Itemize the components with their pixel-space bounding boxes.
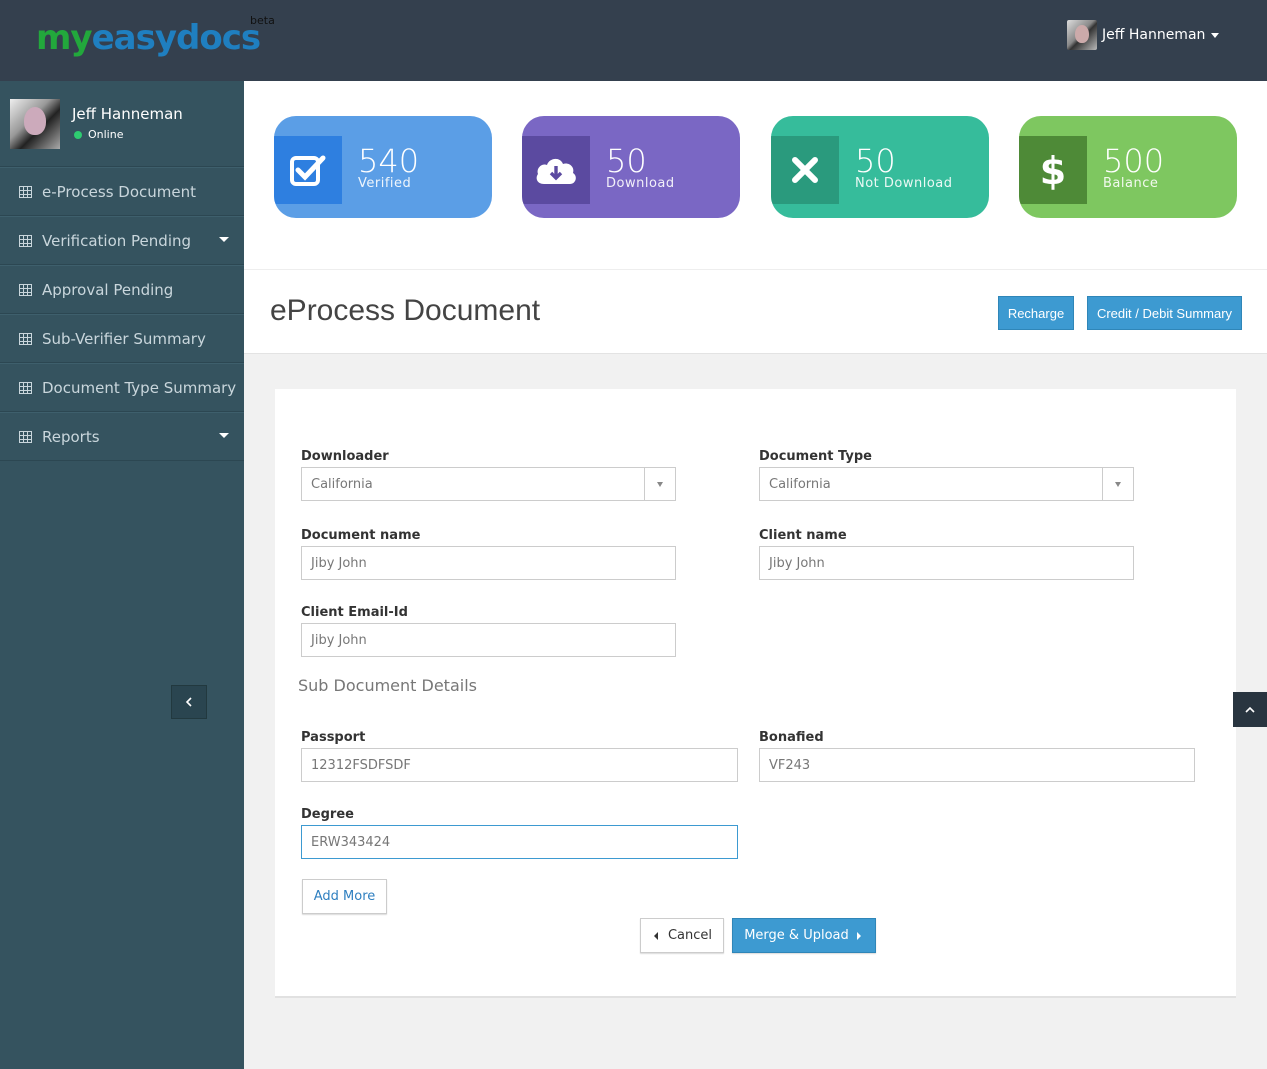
- scroll-to-top-button[interactable]: [1233, 692, 1267, 727]
- client-name-value: Jiby John: [769, 555, 825, 571]
- sidebar-collapse-button[interactable]: [171, 685, 207, 719]
- stat-value: 540: [358, 142, 420, 180]
- stat-card-not-download[interactable]: 50 Not Download: [771, 116, 989, 218]
- status-text: Online: [88, 128, 124, 141]
- caret-right-icon: [856, 931, 861, 940]
- bonafied-label: Bonafied: [759, 730, 824, 745]
- chevron-down-icon: [1211, 32, 1220, 38]
- table-icon: [19, 381, 32, 394]
- document-name-input[interactable]: Jiby John: [301, 546, 676, 580]
- document-type-value: California: [769, 476, 831, 492]
- page-title: eProcess Document: [270, 294, 541, 327]
- sidebar-item-verification-pending[interactable]: Verification Pending: [0, 216, 244, 265]
- stat-label: Download: [606, 176, 675, 191]
- passport-label: Passport: [301, 730, 366, 745]
- client-email-label: Client Email-Id: [301, 605, 408, 620]
- stat-label: Not Download: [855, 176, 953, 191]
- sidebar-item-approval-pending[interactable]: Approval Pending: [0, 265, 244, 314]
- client-email-value: Jiby John: [311, 632, 367, 648]
- dropdown-arrow-icon: [1102, 468, 1133, 500]
- online-status: Online: [74, 128, 123, 141]
- downloader-select[interactable]: California: [301, 467, 676, 501]
- avatar: [10, 99, 60, 149]
- passport-value: 12312FSDFSDF: [311, 757, 411, 773]
- cancel-button[interactable]: Cancel: [640, 918, 724, 953]
- caret-left-icon: [653, 931, 658, 940]
- table-icon: [19, 283, 32, 296]
- table-icon: [19, 430, 32, 443]
- sidebar-item-label: Reports: [42, 427, 100, 446]
- table-icon: [19, 332, 32, 345]
- merge-upload-label: Merge & Upload: [744, 928, 849, 943]
- svg-text:$: $: [1041, 149, 1065, 191]
- client-name-label: Client name: [759, 528, 847, 543]
- beta-label: beta: [250, 14, 275, 27]
- cloud-download-icon: [522, 136, 590, 204]
- form-panel: Downloader California Document Type Cali…: [275, 389, 1236, 998]
- chevron-up-icon: [1245, 706, 1255, 713]
- check-square-icon: [274, 136, 342, 204]
- table-icon: [19, 234, 32, 247]
- sidebar: Jeff Hanneman Online e-Process Document …: [0, 81, 244, 1069]
- stat-label: Balance: [1103, 176, 1159, 191]
- sidebar-item-label: Sub-Verifier Summary: [42, 329, 206, 348]
- document-type-label: Document Type: [759, 449, 872, 464]
- dollar-icon: $: [1019, 136, 1087, 204]
- degree-input[interactable]: ERW343424: [301, 825, 738, 859]
- sidebar-item-document-type-summary[interactable]: Document Type Summary: [0, 363, 244, 412]
- close-icon: [771, 136, 839, 204]
- table-icon: [19, 185, 32, 198]
- sidebar-item-sub-verifier-summary[interactable]: Sub-Verifier Summary: [0, 314, 244, 363]
- dropdown-arrow-icon: [644, 468, 675, 500]
- credit-debit-summary-button[interactable]: Credit / Debit Summary: [1087, 296, 1242, 330]
- client-email-input[interactable]: Jiby John: [301, 623, 676, 657]
- degree-value: ERW343424: [311, 834, 391, 850]
- user-name: Jeff Hanneman: [1102, 27, 1206, 43]
- logo-text-easydocs: easydocs: [91, 18, 261, 58]
- sub-document-details-title: Sub Document Details: [298, 676, 477, 695]
- sidebar-item-e-process-document[interactable]: e-Process Document: [0, 167, 244, 216]
- stat-value: 500: [1103, 142, 1165, 180]
- sidebar-user-panel: Jeff Hanneman Online: [0, 81, 244, 167]
- stat-label: Verified: [358, 176, 412, 191]
- sidebar-item-label: Approval Pending: [42, 280, 174, 299]
- passport-input[interactable]: 12312FSDFSDF: [301, 748, 738, 782]
- add-more-button[interactable]: Add More: [302, 879, 387, 914]
- document-name-label: Document name: [301, 528, 421, 543]
- top-navbar: myeasydocs beta Jeff Hanneman: [0, 0, 1267, 81]
- logo-text-my: my: [36, 18, 93, 58]
- sidebar-item-reports[interactable]: Reports: [0, 412, 244, 461]
- sidebar-item-label: Document Type Summary: [42, 378, 237, 397]
- avatar: [1067, 20, 1097, 50]
- logo[interactable]: myeasydocs: [36, 18, 261, 58]
- merge-upload-button[interactable]: Merge & Upload: [732, 918, 876, 953]
- downloader-label: Downloader: [301, 449, 389, 464]
- bonafied-value: VF243: [769, 757, 811, 773]
- stat-card-balance[interactable]: $ 500 Balance: [1019, 116, 1237, 218]
- sidebar-item-label: e-Process Document: [42, 182, 197, 201]
- bonafied-input[interactable]: VF243: [759, 748, 1195, 782]
- recharge-button[interactable]: Recharge: [998, 296, 1074, 330]
- document-name-value: Jiby John: [311, 555, 367, 571]
- page-header: eProcess Document Recharge Credit / Debi…: [244, 269, 1267, 354]
- caret-down-icon: [219, 433, 229, 438]
- stat-value: 50: [606, 142, 647, 180]
- cancel-label: Cancel: [667, 928, 713, 943]
- main-content: 540 Verified 50 Download 50 Not Download…: [244, 81, 1267, 1069]
- online-dot-icon: [74, 130, 82, 139]
- stat-card-download[interactable]: 50 Download: [522, 116, 740, 218]
- stats-area: 540 Verified 50 Download 50 Not Download…: [244, 81, 1267, 269]
- downloader-value: California: [311, 476, 373, 492]
- stat-value: 50: [855, 142, 896, 180]
- sidebar-item-label: Verification Pending: [42, 231, 192, 250]
- user-menu[interactable]: Jeff Hanneman: [1067, 20, 1220, 50]
- sidebar-user-name: Jeff Hanneman: [72, 105, 183, 123]
- stat-card-verified[interactable]: 540 Verified: [274, 116, 492, 218]
- client-name-input[interactable]: Jiby John: [759, 546, 1134, 580]
- caret-down-icon: [219, 237, 229, 242]
- chevron-left-icon: [185, 697, 192, 707]
- document-type-select[interactable]: California: [759, 467, 1134, 501]
- degree-label: Degree: [301, 807, 354, 822]
